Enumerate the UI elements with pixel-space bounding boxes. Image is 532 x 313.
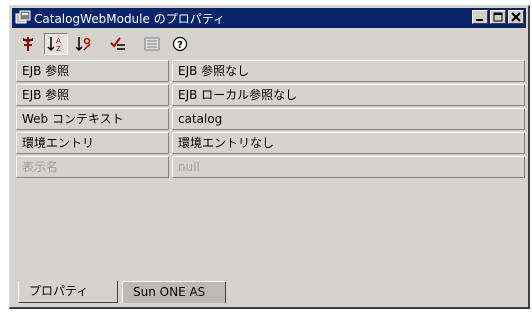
maximize-button[interactable] [490,10,506,24]
sort-by-type-button[interactable] [72,33,96,55]
maximize-icon [493,12,503,22]
property-sheet: EJB 参照 EJB 参照なし EJB 参照 EJB ローカル参照なし Web … [16,60,525,279]
toolbar: A Z ? [16,32,196,56]
property-name: 表示名 [16,156,169,178]
tab-sun-one-as[interactable]: Sun ONE AS [122,281,226,303]
property-name: Web コンテキスト [16,108,169,130]
window-title: CatalogWebModule のプロパティ [34,11,225,26]
window-controls [472,10,524,24]
bean-icon [15,10,31,26]
minimize-icon [476,19,483,21]
sort-by-name-icon: A Z [47,37,61,53]
title-bar[interactable]: CatalogWebModule のプロパティ [12,8,526,28]
property-row[interactable]: EJB 参照 EJB 参照なし [16,60,525,82]
help-button[interactable]: ? [168,33,192,55]
unsorted-icon [22,37,34,51]
property-value[interactable]: 環境エントリなし [172,132,525,154]
property-row[interactable]: Web コンテキスト catalog [16,108,525,130]
property-row[interactable]: EJB 参照 EJB ローカル参照なし [16,84,525,106]
minimize-button[interactable] [472,10,488,24]
tab-properties[interactable]: プロパティ [18,281,118,303]
svg-text:?: ? [177,40,183,51]
property-name: EJB 参照 [16,60,169,82]
tab-strip: プロパティ Sun ONE AS [16,281,525,305]
property-name: 環境エントリ [16,132,169,154]
unsorted-button[interactable] [16,33,40,55]
customize-icon [144,37,160,51]
help-icon: ? [172,36,188,52]
property-name: EJB 参照 [16,84,169,106]
svg-text:A: A [56,37,61,45]
sort-by-name-button[interactable]: A Z [44,33,68,55]
property-row[interactable]: 環境エントリ 環境エントリなし [16,132,525,154]
property-value[interactable]: catalog [172,108,525,130]
property-value: null [172,156,525,178]
close-icon [511,12,521,22]
property-row: 表示名 null [16,156,525,178]
show-editable-icon [110,37,125,50]
property-value[interactable]: EJB ローカル参照なし [172,84,525,106]
close-button[interactable] [508,10,524,24]
property-value[interactable]: EJB 参照なし [172,60,525,82]
customize-button[interactable] [140,33,164,55]
properties-window: CatalogWebModule のプロパティ A Z ? EJB 参照 EJB… [9,5,530,309]
svg-text:Z: Z [56,45,61,53]
show-editable-button[interactable] [106,33,130,55]
sort-by-type-icon [75,37,91,52]
